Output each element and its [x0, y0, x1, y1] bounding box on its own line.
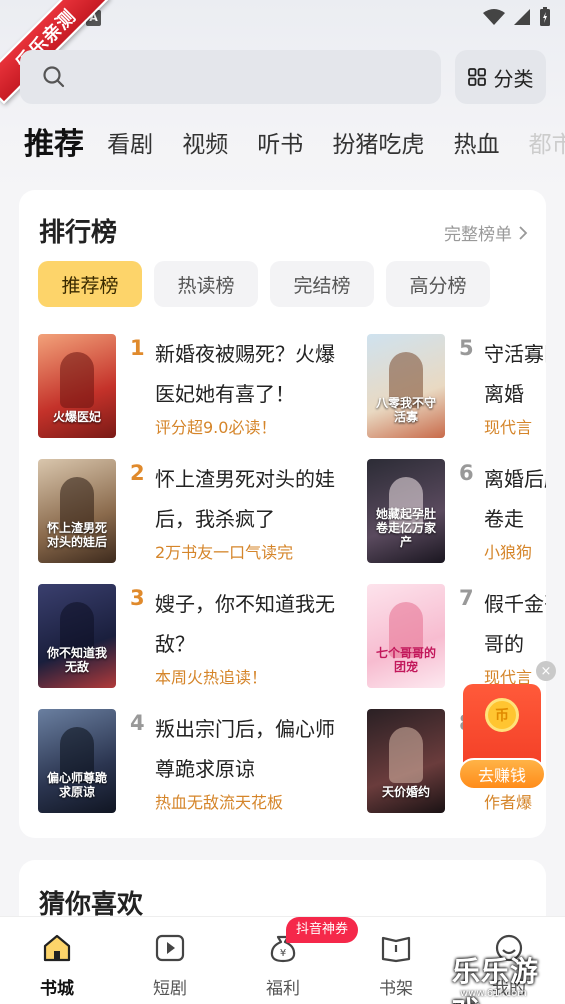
book-title: 叛出宗门后，偏心师尊跪求原谅 [155, 717, 335, 781]
filter-hot-read[interactable]: 热读榜 [154, 261, 258, 307]
coin-icon: 币 [485, 698, 519, 732]
battery-icon [540, 7, 550, 26]
tab-underdog[interactable]: 扮猪吃虎 [332, 120, 424, 170]
book-cover: 八零我不守活寡 [367, 334, 445, 438]
signal-icon [514, 9, 530, 25]
rank-number: 2 [130, 461, 145, 485]
category-button[interactable]: 分类 [455, 50, 546, 104]
play-icon [155, 934, 185, 962]
search-icon [43, 66, 65, 88]
book-title: 怀上渣男死对头的娃后，我杀疯了 [155, 467, 335, 531]
book-item[interactable]: 怀上渣男死对头的娃后 2 怀上渣男死对头的娃后，我杀疯了 2万书友一口气读完 [38, 459, 338, 563]
book-tag: 作者爆 [484, 793, 533, 812]
book-cover: 七个哥哥的团宠 [367, 584, 445, 688]
rank-number: 3 [130, 586, 145, 610]
cover-text: 你不知道我无敌 [46, 646, 107, 674]
full-ranking-label: 完整榜单 [444, 225, 512, 245]
book-icon [381, 936, 411, 963]
ranking-title: 排行榜 [39, 218, 118, 248]
tab-audiobook[interactable]: 听书 [257, 120, 303, 170]
ranking-filters: 推荐榜 热读榜 完结榜 高分榜 [38, 261, 490, 307]
tab-video[interactable]: 视频 [182, 120, 228, 170]
cover-text: 火爆医妃 [52, 410, 101, 424]
wifi-icon [483, 9, 505, 25]
book-title: 假千金哥哥的 [484, 592, 546, 656]
rank-number: 6 [459, 461, 474, 485]
cover-text: 怀上渣男死对头的娃后 [46, 521, 107, 549]
nav-label: 福利 [266, 979, 300, 999]
book-title: 离婚后肚卷走 [484, 467, 546, 531]
grid-icon [467, 68, 486, 86]
book-tag: 现代言 [484, 418, 533, 437]
nav-bookstore[interactable]: 书城 [17, 933, 97, 999]
cover-text: 七个哥哥的团宠 [375, 646, 436, 674]
rank-number: 7 [459, 586, 474, 610]
book-item[interactable]: 她藏起孕肚卷走亿万家产 6 离婚后肚卷走 小狼狗 [367, 459, 546, 563]
book-item[interactable]: 偏心师尊跪求原谅 4 叛出宗门后，偏心师尊跪求原谅 热血无敌流天花板 [38, 709, 338, 813]
filter-recommend[interactable]: 推荐榜 [38, 261, 142, 307]
book-cover: 偏心师尊跪求原谅 [38, 709, 116, 813]
tab-drama[interactable]: 看剧 [107, 120, 153, 170]
book-tag: 本周火热追读！ [155, 668, 268, 687]
book-item[interactable]: 八零我不守活寡 5 守活寡区离婚 现代言 [367, 334, 546, 438]
book-title: 嫂子，你不知道我无敌？ [155, 592, 335, 656]
system-icons [483, 7, 551, 27]
cover-text: 天价婚约 [381, 785, 430, 799]
book-cover: 天价婚约 [367, 709, 445, 813]
home-icon [43, 934, 71, 962]
book-cover: 火爆医妃 [38, 334, 116, 438]
cover-text: 她藏起孕肚卷走亿万家产 [375, 507, 436, 549]
nav-bookshelf[interactable]: 书架 [356, 933, 436, 999]
book-tag: 2万书友一口气读完 [155, 543, 294, 562]
cover-text: 八零我不守活寡 [375, 396, 436, 424]
watermark-url: www.61i.com [460, 988, 527, 999]
book-tag: 评分超9.0必读！ [155, 418, 277, 437]
book-title: 新婚夜被赐死？火爆医妃她有喜了！ [155, 342, 335, 406]
full-ranking-link[interactable]: 完整榜单 [444, 220, 528, 245]
nav-label: 短剧 [153, 979, 187, 999]
nav-label: 书城 [40, 979, 74, 999]
book-cover: 怀上渣男死对头的娃后 [38, 459, 116, 563]
channel-tabs: 推荐 看剧 视频 听书 扮猪吃虎 热血 都市 [24, 120, 565, 170]
book-tag: 小狼狗 [484, 543, 533, 562]
book-item[interactable]: 七个哥哥的团宠 7 假千金哥哥的 现代言 [367, 584, 546, 688]
category-label: 分类 [493, 66, 534, 91]
earn-button[interactable]: 去赚钱 [458, 758, 546, 790]
nav-short-drama[interactable]: 短剧 [130, 933, 210, 999]
cover-text: 偏心师尊跪求原谅 [46, 771, 107, 799]
book-cover: 你不知道我无敌 [38, 584, 116, 688]
book-title: 守活寡区离婚 [484, 342, 546, 406]
svg-text:¥: ¥ [280, 948, 286, 959]
rank-number: 1 [130, 336, 145, 360]
nav-promo-badge: 抖音神券 [286, 917, 359, 943]
close-icon[interactable]: × [536, 661, 556, 681]
filter-high-score[interactable]: 高分榜 [386, 261, 490, 307]
rank-number: 4 [130, 711, 145, 735]
chevron-right-icon [519, 225, 528, 240]
filter-completed[interactable]: 完结榜 [270, 261, 374, 307]
nav-label: 书架 [379, 979, 413, 999]
book-item[interactable]: 你不知道我无敌 3 嫂子，你不知道我无敌？ 本周火热追读！ [38, 584, 338, 688]
book-item[interactable]: 火爆医妃 1 新婚夜被赐死？火爆医妃她有喜了！ 评分超9.0必读！ [38, 334, 338, 438]
book-cover: 她藏起孕肚卷走亿万家产 [367, 459, 445, 563]
search-bar[interactable] [20, 50, 441, 104]
tab-urban[interactable]: 都市 [529, 120, 565, 170]
rank-number: 5 [459, 336, 474, 360]
tab-hot-blood[interactable]: 热血 [453, 120, 499, 170]
book-tag: 热血无敌流天花板 [155, 793, 284, 812]
tab-recommend[interactable]: 推荐 [24, 120, 84, 170]
